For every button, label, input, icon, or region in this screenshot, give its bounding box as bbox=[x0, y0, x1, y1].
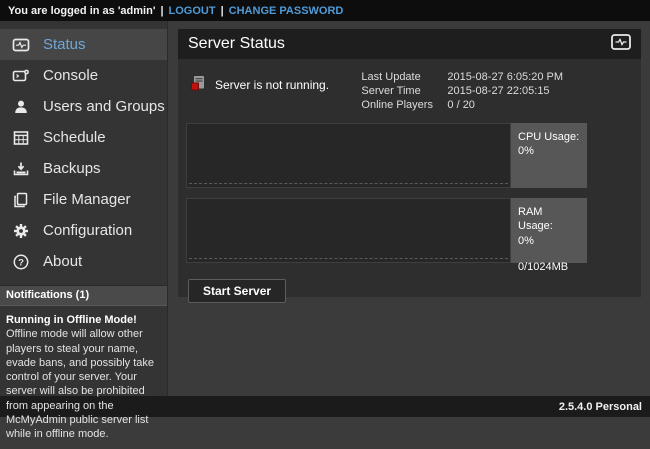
panel-body: Server is not running. Last Update 2015-… bbox=[178, 59, 641, 311]
notification-title: Running in Offline Mode! bbox=[6, 313, 161, 327]
graph-zero-line bbox=[189, 258, 508, 259]
info-value: 2015-08-27 6:05:20 PM bbox=[447, 71, 563, 83]
info-label: Server Time bbox=[361, 85, 447, 97]
separator: | bbox=[221, 5, 224, 17]
status-icon bbox=[12, 36, 30, 54]
cpu-usage-box: CPU Usage: 0% bbox=[511, 123, 587, 188]
change-password-link[interactable]: CHANGE PASSWORD bbox=[229, 5, 344, 17]
server-info-table: Last Update 2015-08-27 6:05:20 PM Server… bbox=[361, 71, 563, 111]
gear-icon bbox=[12, 222, 30, 240]
notification-text: Offline mode will allow other players to… bbox=[6, 327, 161, 441]
ram-usage-label: RAM Usage: bbox=[518, 205, 580, 234]
info-value: 2015-08-27 22:05:15 bbox=[447, 85, 563, 97]
ram-usage-detail: 0/1024MB bbox=[518, 260, 580, 274]
sidebar-item-status[interactable]: Status bbox=[0, 29, 167, 60]
sidebar-item-schedule[interactable]: Schedule bbox=[0, 122, 167, 153]
ram-usage-value: 0% bbox=[518, 234, 580, 248]
info-label: Last Update bbox=[361, 71, 447, 83]
page-title: Server Status bbox=[188, 35, 611, 53]
svg-text:?: ? bbox=[18, 257, 24, 268]
cpu-usage-value: 0% bbox=[518, 144, 580, 158]
sidebar-item-file-manager[interactable]: File Manager bbox=[0, 184, 167, 215]
sidebar-item-label: Backups bbox=[43, 160, 101, 177]
server-status-panel: Server Status Server is not running. Las… bbox=[178, 29, 641, 297]
question-icon: ? bbox=[12, 253, 30, 271]
cpu-usage-label: CPU Usage: bbox=[518, 130, 580, 144]
pulse-monitor-icon bbox=[611, 34, 631, 55]
main-area: Server Status Server is not running. Las… bbox=[168, 21, 650, 396]
sidebar-item-label: About bbox=[43, 253, 82, 270]
cpu-usage-row: CPU Usage: 0% bbox=[186, 123, 633, 188]
sidebar-item-label: Schedule bbox=[43, 129, 106, 146]
sidebar-item-users-and-groups[interactable]: Users and Groups bbox=[0, 91, 167, 122]
files-icon bbox=[12, 191, 30, 209]
separator: | bbox=[160, 5, 163, 17]
user-icon bbox=[12, 98, 30, 116]
notification-item: Running in Offline Mode! Offline mode wi… bbox=[0, 306, 167, 449]
content-area: Status Console Users and Groups Schedule bbox=[0, 21, 650, 396]
backup-download-icon bbox=[12, 160, 30, 178]
logged-in-text: You are logged in as 'admin' bbox=[8, 5, 155, 17]
sidebar-item-label: Console bbox=[43, 67, 98, 84]
version-text: 2.5.4.0 Personal bbox=[559, 401, 642, 413]
sidebar-item-label: Status bbox=[43, 36, 86, 53]
calendar-icon bbox=[12, 129, 30, 147]
ram-usage-row: RAM Usage: 0% 0/1024MB bbox=[186, 198, 633, 263]
console-icon bbox=[12, 67, 30, 85]
panel-header: Server Status bbox=[178, 29, 641, 59]
sidebar-item-backups[interactable]: Backups bbox=[0, 153, 167, 184]
notifications-header: Notifications (1) bbox=[0, 285, 167, 306]
sidebar-item-configuration[interactable]: Configuration bbox=[0, 215, 167, 246]
topbar: You are logged in as 'admin' | LOGOUT | … bbox=[0, 0, 650, 21]
cpu-graph bbox=[186, 123, 511, 188]
logout-link[interactable]: LOGOUT bbox=[169, 5, 216, 17]
sidebar-item-label: File Manager bbox=[43, 191, 131, 208]
sidebar-menu: Status Console Users and Groups Schedule bbox=[0, 21, 167, 277]
sidebar-item-about[interactable]: ? About bbox=[0, 246, 167, 277]
status-text: Server is not running. bbox=[215, 78, 329, 92]
graph-zero-line bbox=[189, 183, 508, 184]
info-value: 0 / 20 bbox=[447, 99, 563, 111]
ram-usage-box: RAM Usage: 0% 0/1024MB bbox=[511, 198, 587, 263]
sidebar-item-label: Users and Groups bbox=[43, 98, 165, 115]
ram-graph bbox=[186, 198, 511, 263]
sidebar: Status Console Users and Groups Schedule bbox=[0, 21, 168, 396]
server-stopped-icon bbox=[190, 75, 206, 94]
status-row: Server is not running. Last Update 2015-… bbox=[186, 69, 633, 111]
info-label: Online Players bbox=[361, 99, 447, 111]
sidebar-item-console[interactable]: Console bbox=[0, 60, 167, 91]
server-status-message: Server is not running. bbox=[186, 69, 361, 94]
sidebar-item-label: Configuration bbox=[43, 222, 132, 239]
start-server-button[interactable]: Start Server bbox=[188, 279, 286, 303]
